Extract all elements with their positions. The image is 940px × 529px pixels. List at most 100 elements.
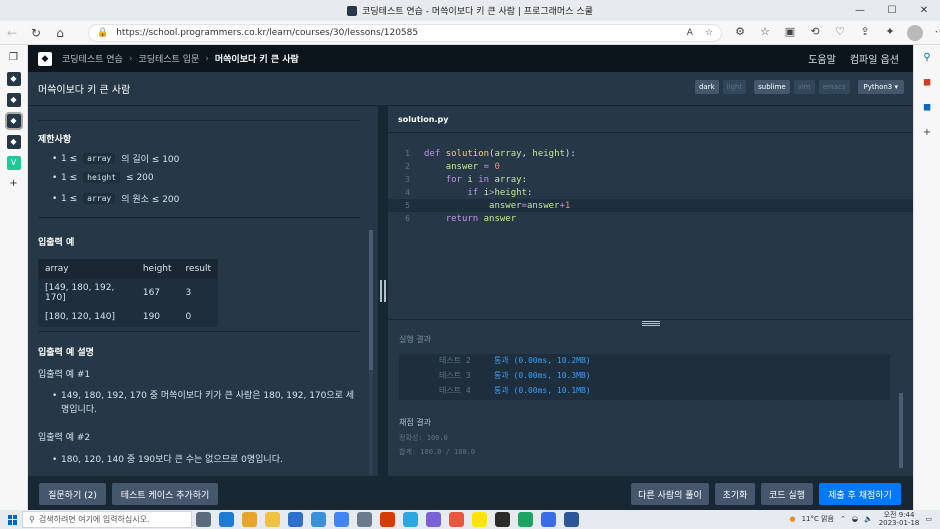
collections-icon[interactable]: ▣ — [782, 24, 798, 40]
outlook-icon[interactable]: ◼ — [920, 101, 934, 115]
chrome-icon[interactable] — [518, 512, 533, 527]
code-line[interactable]: 3 for i in array: — [388, 173, 913, 186]
code-line[interactable]: 6 return answer — [388, 212, 913, 225]
office-icon[interactable]: ◼ — [920, 76, 934, 90]
questions-button[interactable]: 질문하기 (2) — [39, 483, 106, 505]
add-sidebar-icon[interactable]: + — [920, 126, 934, 140]
share-icon[interactable]: ⇪ — [857, 24, 873, 40]
programmers-logo-icon[interactable]: ◆ — [38, 51, 52, 66]
table-cell: [149, 180, 192, 170] — [45, 283, 115, 303]
url-text[interactable]: https://school.programmers.co.kr/learn/c… — [116, 28, 418, 38]
theme-light-button[interactable]: light — [722, 80, 747, 94]
windows-start-icon[interactable] — [8, 514, 18, 525]
breadcrumb-intro[interactable]: 코딩테스트 입문 — [138, 52, 199, 65]
reset-button[interactable]: 초기화 — [715, 483, 755, 505]
run-code-button[interactable]: 코드 실행 — [761, 483, 813, 505]
lock-icon[interactable]: 🔒 — [97, 28, 108, 38]
read-aloud-icon[interactable]: A — [687, 28, 693, 38]
maximize-button[interactable]: ☐ — [876, 0, 908, 21]
store-icon[interactable] — [288, 512, 303, 527]
new-tab-plus-icon[interactable]: + — [7, 177, 21, 191]
programmers-tab-icon[interactable]: ◆ — [4, 112, 23, 130]
results-scrollbar[interactable] — [899, 393, 903, 468]
clock[interactable]: 오전 9:44 2023-01-18 — [879, 511, 920, 527]
programmers-tab-icon[interactable]: ◆ — [6, 135, 21, 149]
address-bar[interactable]: 🔒 https://school.programmers.co.kr/learn… — [88, 24, 722, 42]
chrome-icon[interactable] — [242, 512, 257, 527]
history-icon[interactable]: ⟲ — [807, 24, 823, 40]
code-text[interactable]: answer=answer+1 — [424, 201, 570, 211]
code-line-active[interactable]: 5 answer=answer+1 — [388, 199, 913, 212]
code-text[interactable]: if i>height: — [424, 188, 532, 198]
taskbar-search[interactable]: ⚲ 검색하려면 여기에 입력하십시오. — [22, 511, 192, 528]
code-line[interactable]: 4 if i>height: — [388, 186, 913, 199]
breadcrumb-practice[interactable]: 코딩테스트 연습 — [62, 52, 123, 65]
app-icon[interactable] — [426, 512, 441, 527]
favorites-icon[interactable]: ☆ — [757, 24, 773, 40]
keymap-sublime-button[interactable]: sublime — [754, 80, 790, 94]
compile-options-link[interactable]: 컴파일 옵션 — [850, 51, 899, 66]
vue-tab-icon[interactable]: V — [6, 156, 21, 170]
submit-button[interactable]: 제출 후 채점하기 — [819, 483, 901, 505]
code-text[interactable]: return answer — [424, 214, 516, 224]
minimize-button[interactable]: — — [844, 0, 876, 21]
result-splitter[interactable] — [388, 319, 913, 329]
network-icon[interactable]: ◒ — [852, 515, 858, 523]
more-icon[interactable]: ⋯ — [932, 24, 940, 40]
constraint-post: 의 길이 ≤ 100 — [121, 155, 180, 165]
word-icon[interactable] — [564, 512, 579, 527]
code-text[interactable]: for i in array: — [424, 175, 527, 185]
code-text[interactable]: answer = 0 — [424, 162, 500, 172]
mail-icon[interactable] — [311, 512, 326, 527]
weather-text[interactable]: 11°C 맑음 — [802, 514, 834, 524]
home-icon[interactable]: ⌂ — [48, 26, 72, 40]
problem-scrollbar[interactable] — [369, 230, 373, 475]
drag-handle-icon[interactable] — [642, 321, 660, 326]
kakaotalk-icon[interactable] — [472, 512, 487, 527]
app-icon[interactable] — [541, 512, 556, 527]
ai-icon[interactable]: ✦ — [882, 24, 898, 40]
favorite-add-icon[interactable]: ☆ — [705, 28, 713, 38]
code-editor[interactable]: 1 def solution(array, height): 2 answer … — [388, 133, 913, 319]
tray-overflow-icon[interactable]: ⌃ — [840, 515, 846, 523]
refresh-icon[interactable]: ↻ — [24, 26, 48, 40]
app-icon[interactable] — [449, 512, 464, 527]
performance-icon[interactable]: ♡ — [832, 24, 848, 40]
profile-avatar[interactable] — [907, 24, 923, 41]
extension-icon[interactable]: ⚙ — [732, 24, 748, 40]
volume-icon[interactable]: 🔈 — [864, 515, 873, 523]
office-icon[interactable] — [380, 512, 395, 527]
table-cell: [180, 120, 140] — [45, 312, 116, 322]
programmers-tab-icon[interactable]: ◆ — [6, 93, 21, 107]
keymap-vim-button[interactable]: vim — [793, 80, 815, 94]
test-status: 통과 (0.00ms, 10.1MB) — [494, 386, 591, 395]
theme-dark-button[interactable]: dark — [694, 80, 719, 94]
scrollbar-thumb[interactable] — [369, 230, 373, 370]
others-solutions-button[interactable]: 다른 사람의 풀이 — [631, 483, 709, 505]
code-line[interactable]: 2 answer = 0 — [388, 160, 913, 173]
tab-actions-icon[interactable]: ❐ — [7, 51, 21, 65]
programmers-tab-icon[interactable]: ◆ — [6, 72, 21, 86]
code-text[interactable]: def solution(array, height): — [424, 149, 576, 159]
drag-handle-icon[interactable] — [380, 280, 386, 302]
app-icon[interactable] — [495, 512, 510, 527]
app-icon[interactable] — [403, 512, 418, 527]
column-header: result — [185, 264, 211, 274]
tab-title: 코딩테스트 연습 - 머쓱이보다 키 큰 사람 | 프로그래머스 스쿨 — [362, 7, 593, 17]
notifications-icon[interactable]: ▭ — [925, 515, 932, 523]
close-window-button[interactable]: ✕ — [908, 0, 940, 21]
panel-splitter[interactable] — [378, 106, 388, 476]
code-line[interactable]: 1 def solution(array, height): — [388, 147, 913, 160]
app-icon[interactable] — [334, 512, 349, 527]
settings-icon[interactable] — [357, 512, 372, 527]
file-explorer-icon[interactable] — [265, 512, 280, 527]
language-select[interactable]: Python3 ▾ — [857, 80, 904, 94]
add-testcase-button[interactable]: 테스트 케이스 추가하기 — [112, 483, 218, 505]
back-icon[interactable]: ← — [0, 26, 24, 40]
edge-icon[interactable] — [219, 512, 234, 527]
keymap-emacs-button[interactable]: emacs — [818, 80, 850, 94]
url-actions: A ☆ — [687, 28, 713, 38]
search-icon[interactable]: ⚲ — [920, 51, 934, 65]
task-view-icon[interactable] — [196, 512, 211, 527]
help-link[interactable]: 도움말 — [808, 51, 836, 66]
